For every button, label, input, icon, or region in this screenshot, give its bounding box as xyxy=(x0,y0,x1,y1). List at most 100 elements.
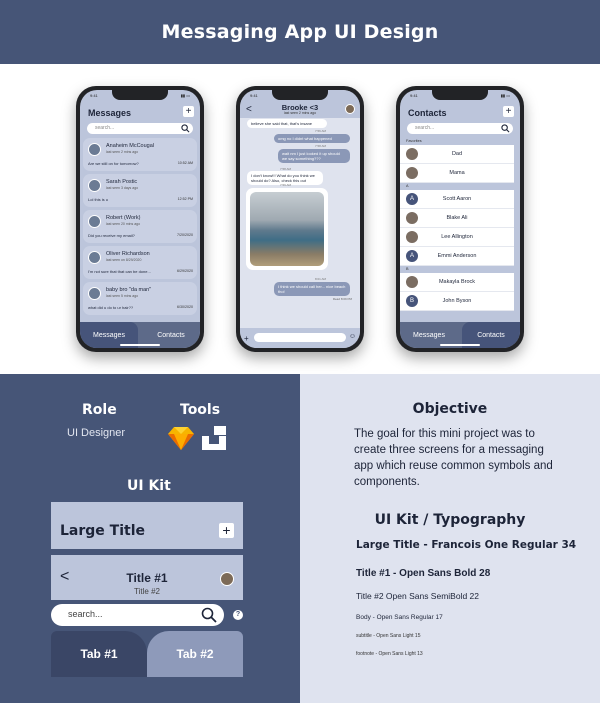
emoji-icon[interactable]: ☺ xyxy=(349,333,356,340)
search-input[interactable]: search... xyxy=(87,123,193,134)
sketch-icon xyxy=(168,427,194,450)
contact-name: Anaheim McCougal xyxy=(106,143,154,149)
search-placeholder: search... xyxy=(68,609,103,619)
list-item[interactable]: Sarah Postic last seen 3 days ago Lol this… xyxy=(83,174,197,207)
list-item[interactable]: baby bro "da man" last seen 5 mins ago wha… xyxy=(83,282,197,315)
add-contact-button[interactable]: + xyxy=(503,106,514,117)
messages-title: Messages xyxy=(88,108,132,118)
phone-contacts: 9:41 ▮▮ ▭ Contacts + search... Favorites… xyxy=(396,86,524,352)
kit-title-bar: < Title #1 Title #2 xyxy=(51,555,243,600)
role-value: UI Designer xyxy=(67,427,126,439)
contacts-title: Contacts xyxy=(408,108,447,118)
kit-tab-2[interactable]: Tab #2 xyxy=(147,631,243,677)
status-time: 9:41 xyxy=(90,93,98,98)
contact-name: Robert (Work) xyxy=(106,215,141,221)
contacts-screen: 9:41 ▮▮ ▭ Contacts + search... Favorites… xyxy=(400,90,520,348)
new-message-button[interactable]: + xyxy=(183,106,194,117)
section-header: B xyxy=(400,266,514,273)
message-time: 10:52 AM xyxy=(177,161,193,165)
list-item[interactable]: Robert (Work) last seen 20 mins ago Did yo… xyxy=(83,210,197,243)
kit-tab-bar: Tab #1 Tab #2 xyxy=(51,631,243,677)
message-preview: Are we still on for tomorrow? xyxy=(88,161,139,166)
search-placeholder: search... xyxy=(415,125,435,131)
phone-messages: 9:41 ▮▮ ▭ Messages + search... Anaheim M… xyxy=(76,86,204,352)
contact-name: Oliver Richardson xyxy=(106,251,150,257)
last-seen: last seen on 8/29/2020 xyxy=(106,258,142,262)
list-item[interactable]: Anaheim McCougal last seen 2 mins ago Are … xyxy=(83,138,197,171)
avatar[interactable] xyxy=(345,104,355,114)
contact-row[interactable]: Mama xyxy=(400,164,514,183)
message-time: 6/29/2020 xyxy=(177,269,193,273)
contact-row[interactable]: A Emmi Anderson xyxy=(400,247,514,266)
phone-chat: 9:41 < Brooke <3 last seen 2 mins ago be… xyxy=(236,86,364,352)
contact-row[interactable]: B John Byson xyxy=(400,292,514,311)
contact-name: Lee Allington xyxy=(441,234,473,240)
typography-title-2: Title #2 Open Sans SemiBold 22 xyxy=(356,591,480,601)
chat-screen: 9:41 < Brooke <3 last seen 2 mins ago be… xyxy=(240,90,360,348)
kit-add-button[interactable]: + xyxy=(219,523,234,538)
phones-stage: 9:41 ▮▮ ▭ Messages + search... Anaheim M… xyxy=(0,64,600,374)
typography-body: Body - Open Sans Regular 17 xyxy=(356,614,443,621)
section-header: A xyxy=(400,183,514,190)
tab-bar: Messages Contacts xyxy=(400,322,520,348)
contact-name: Makayla Brock xyxy=(438,279,476,285)
battery-icon: ▮▮ ▭ xyxy=(180,93,190,98)
message-time: 7/20/2020 xyxy=(177,233,193,237)
message-preview: I'm not sure that that can be done... xyxy=(88,269,151,274)
contact-row[interactable]: Dad xyxy=(400,145,514,164)
avatar xyxy=(88,287,101,300)
last-seen: last seen 20 mins ago xyxy=(106,222,141,226)
list-item[interactable]: Oliver Richardson last seen on 8/29/2020 I… xyxy=(83,246,197,279)
contact-row[interactable]: Blake Ali xyxy=(400,209,514,228)
info-icon[interactable]: ? xyxy=(233,610,243,620)
contact-row[interactable]: Makayla Brock xyxy=(400,273,514,292)
message-time: 6/30/2020 xyxy=(177,305,193,309)
alphabet-index[interactable] xyxy=(515,138,519,310)
uikit-heading: UI Kit xyxy=(127,478,171,494)
message-input[interactable] xyxy=(254,333,346,342)
message-preview: Did you receive my email? xyxy=(88,233,135,238)
beach-photo xyxy=(250,192,324,266)
battery-icon: ▮▮ ▭ xyxy=(500,93,510,98)
status-time: 9:41 xyxy=(410,93,418,98)
role-heading: Role xyxy=(82,402,117,418)
objective-heading: Objective xyxy=(412,401,488,417)
last-seen: last seen 5 mins ago xyxy=(106,294,139,298)
tab-bar: Messages Contacts xyxy=(80,322,200,348)
avatar xyxy=(88,143,101,156)
contact-row[interactable]: Lee Allington xyxy=(400,228,514,247)
role-tools-uikit-panel: Role UI Designer Tools UI Kit Large Titl… xyxy=(0,374,300,703)
chat-bubble: omg no I didnt what happened xyxy=(274,134,350,143)
search-icon xyxy=(501,124,510,133)
messages-screen: 9:41 ▮▮ ▭ Messages + search... Anaheim M… xyxy=(80,90,200,348)
contact-name: Mama xyxy=(449,170,465,176)
contact-name: Emmi Anderson xyxy=(437,253,477,259)
typography-heading: UI Kit / Typography xyxy=(374,512,526,528)
timestamp: 7:59 AM xyxy=(280,183,292,187)
search-icon xyxy=(201,607,217,623)
notch xyxy=(112,90,168,100)
status-time: 9:41 xyxy=(250,93,258,98)
contact-row[interactable]: A Scott Aaron xyxy=(400,190,514,209)
kit-search-input[interactable]: search... xyxy=(51,604,224,626)
typography-large-title: Large Title - Francois One Regular 34 xyxy=(356,539,577,551)
kit-title-2: Title #2 xyxy=(134,587,160,596)
contact-name: Dad xyxy=(451,151,463,157)
add-attachment-icon[interactable]: + xyxy=(244,334,249,343)
timestamp: 7:56 AM xyxy=(314,129,326,133)
avatar[interactable] xyxy=(220,572,234,586)
search-icon xyxy=(181,124,190,133)
message-list: Anaheim McCougal last seen 2 mins ago Are … xyxy=(83,138,197,318)
objective-typography-panel: Objective The goal for this mini project… xyxy=(300,374,600,703)
message-preview: what did u do to ur hair?? xyxy=(88,305,134,310)
home-indicator xyxy=(440,344,480,346)
kit-tab-1[interactable]: Tab #1 xyxy=(51,631,147,677)
tools-heading: Tools xyxy=(180,402,221,418)
photo-bubble[interactable] xyxy=(246,188,328,270)
objective-text: The goal for this mini project was to cr… xyxy=(354,428,553,488)
contact-name: Blake Ali xyxy=(446,215,468,221)
search-input[interactable]: search... xyxy=(407,123,513,134)
contact-name: baby bro "da man" xyxy=(106,287,152,293)
contact-name: Scott Aaron xyxy=(442,196,472,202)
message-time: 12:52 PM xyxy=(177,197,193,201)
